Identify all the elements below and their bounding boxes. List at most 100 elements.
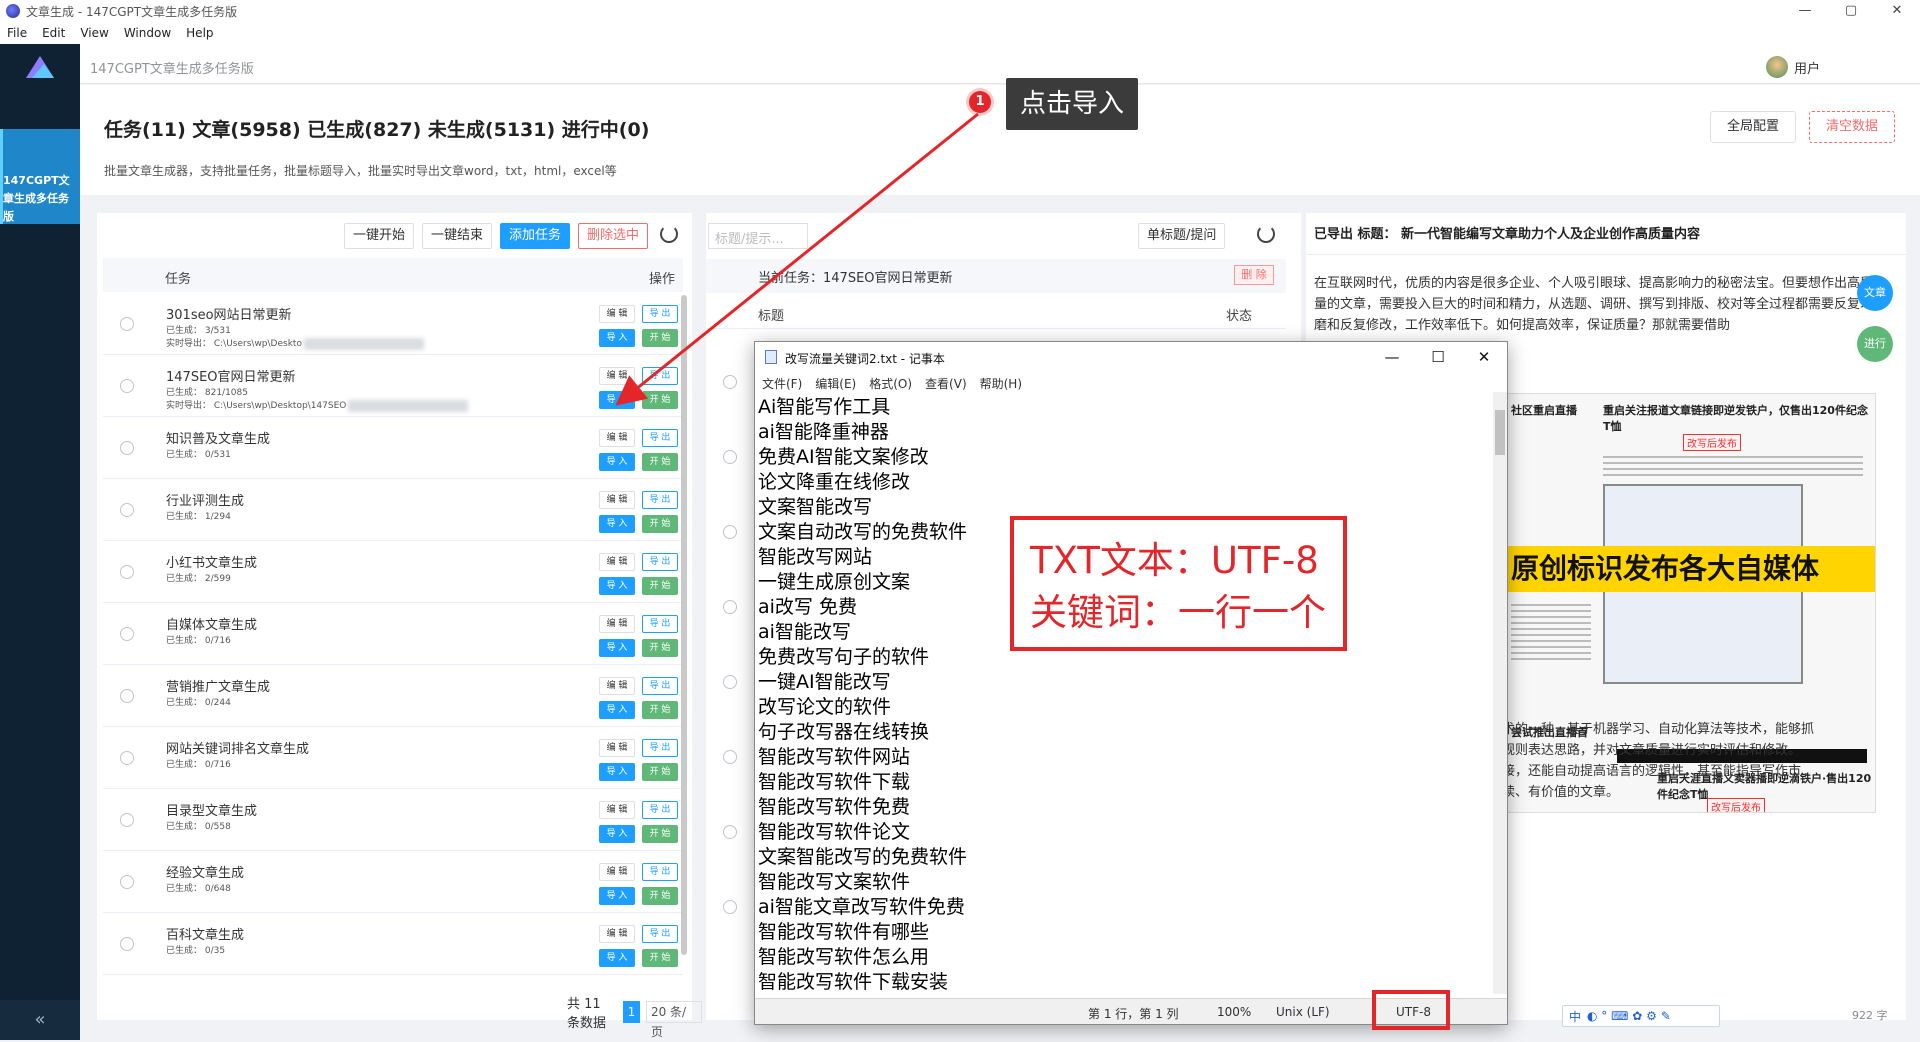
edit-button[interactable]: 编 辑 xyxy=(599,305,635,323)
edit-button[interactable]: 编 辑 xyxy=(599,863,635,881)
task-row[interactable]: 行业评测生成 已生成： 1/294 编 辑 导 出 导 入 开 始 xyxy=(103,479,683,541)
import-button[interactable]: 导 入 xyxy=(599,515,635,533)
close-button[interactable]: ✕ xyxy=(1874,0,1920,22)
task-row[interactable]: 301seo网站日常更新 已生成： 3/531 实时导出： C:\Users\w… xyxy=(103,293,683,355)
page-size-select[interactable]: 20 条/页 xyxy=(645,1001,702,1039)
collapse-sidebar-button[interactable]: « xyxy=(0,1000,80,1040)
global-config-button[interactable]: 全局配置 xyxy=(1710,111,1796,143)
task-radio[interactable] xyxy=(120,751,134,765)
row-radio[interactable] xyxy=(723,450,737,464)
task-row[interactable]: 经验文章生成 已生成： 0/648 编 辑 导 出 导 入 开 始 xyxy=(103,851,683,913)
export-button[interactable]: 导 出 xyxy=(642,677,678,695)
add-task-button[interactable]: 添加任务 xyxy=(499,223,570,249)
edit-button[interactable]: 编 辑 xyxy=(599,429,635,447)
stop-all-button[interactable]: 一键结束 xyxy=(421,223,492,249)
delete-button[interactable]: 删 除 xyxy=(1234,265,1274,285)
export-button[interactable]: 导 出 xyxy=(642,739,678,757)
import-button[interactable]: 导 入 xyxy=(599,949,635,967)
menu-file[interactable]: File xyxy=(0,26,35,40)
export-button[interactable]: 导 出 xyxy=(642,367,678,385)
import-button[interactable]: 导 入 xyxy=(599,887,635,905)
notepad-minimize-button[interactable]: — xyxy=(1369,342,1415,372)
edit-button[interactable]: 编 辑 xyxy=(599,553,635,571)
task-row[interactable]: 知识普及文章生成 已生成： 0/531 编 辑 导 出 导 入 开 始 xyxy=(103,417,683,479)
task-radio[interactable] xyxy=(120,317,134,331)
task-radio[interactable] xyxy=(120,689,134,703)
maximize-button[interactable]: ▢ xyxy=(1828,0,1874,22)
import-button[interactable]: 导 入 xyxy=(599,577,635,595)
start-button[interactable]: 开 始 xyxy=(642,515,678,533)
edit-button[interactable]: 编 辑 xyxy=(599,367,635,385)
export-button[interactable]: 导 出 xyxy=(642,615,678,633)
start-button[interactable]: 开 始 xyxy=(642,329,678,347)
task-row[interactable]: 自媒体文章生成 已生成： 0/716 编 辑 导 出 导 入 开 始 xyxy=(103,603,683,665)
start-button[interactable]: 开 始 xyxy=(642,763,678,781)
edit-button[interactable]: 编 辑 xyxy=(599,925,635,943)
task-radio[interactable] xyxy=(120,379,134,393)
start-button[interactable]: 开 始 xyxy=(642,453,678,471)
edit-button[interactable]: 编 辑 xyxy=(599,677,635,695)
row-radio[interactable] xyxy=(723,675,737,689)
start-button[interactable]: 开 始 xyxy=(642,887,678,905)
delete-selected-button[interactable]: 删除选中 xyxy=(577,223,648,249)
float-progress-button[interactable]: 进行 xyxy=(1857,326,1893,362)
start-all-button[interactable]: 一键开始 xyxy=(343,223,414,249)
task-row[interactable]: 147SEO官网日常更新 已生成： 821/1085 实时导出： C:\User… xyxy=(103,355,683,417)
start-button[interactable]: 开 始 xyxy=(642,577,678,595)
single-title-button[interactable]: 单标题/提问 xyxy=(1138,223,1226,249)
import-button[interactable]: 导 入 xyxy=(599,639,635,657)
task-row[interactable]: 营销推广文章生成 已生成： 0/244 编 辑 导 出 导 入 开 始 xyxy=(103,665,683,727)
import-button[interactable]: 导 入 xyxy=(599,329,635,347)
notepad-menu-help[interactable]: 帮助(H) xyxy=(973,372,1028,392)
refresh-icon[interactable] xyxy=(1257,225,1275,243)
import-button[interactable]: 导 入 xyxy=(599,825,635,843)
import-button[interactable]: 导 入 xyxy=(599,453,635,471)
task-radio[interactable] xyxy=(120,813,134,827)
pager-page-1[interactable]: 1 xyxy=(623,1001,640,1023)
ime-mode[interactable]: 中 xyxy=(1569,1008,1581,1025)
sidebar-item-article-gen[interactable]: 147CGPT文章生成多任务版 xyxy=(0,129,80,224)
start-button[interactable]: 开 始 xyxy=(642,949,678,967)
export-button[interactable]: 导 出 xyxy=(642,553,678,571)
refresh-icon[interactable] xyxy=(660,225,678,243)
notepad-menu-edit[interactable]: 编辑(E) xyxy=(808,372,862,392)
menu-window[interactable]: Window xyxy=(117,26,179,40)
row-radio[interactable] xyxy=(723,825,737,839)
user-menu[interactable]: 用户 xyxy=(1765,56,1820,78)
task-scrollbar[interactable] xyxy=(681,295,687,955)
import-button[interactable]: 导 入 xyxy=(599,701,635,719)
task-radio[interactable] xyxy=(120,875,134,889)
task-radio[interactable] xyxy=(120,441,134,455)
export-button[interactable]: 导 出 xyxy=(642,925,678,943)
task-row[interactable]: 小红书文章生成 已生成： 2/599 编 辑 导 出 导 入 开 始 xyxy=(103,541,683,603)
row-radio[interactable] xyxy=(723,750,737,764)
start-button[interactable]: 开 始 xyxy=(642,825,678,843)
menu-view[interactable]: View xyxy=(73,26,116,40)
clear-data-button[interactable]: 清空数据 xyxy=(1809,111,1895,143)
start-button[interactable]: 开 始 xyxy=(642,391,678,409)
import-button[interactable]: 导 入 xyxy=(599,391,635,409)
row-radio[interactable] xyxy=(723,375,737,389)
float-article-button[interactable]: 文章 xyxy=(1857,275,1893,311)
notepad-menu-format[interactable]: 格式(O) xyxy=(862,372,918,392)
task-radio[interactable] xyxy=(120,503,134,517)
task-row[interactable]: 目录型文章生成 已生成： 0/558 编 辑 导 出 导 入 开 始 xyxy=(103,789,683,851)
scroll-thumb[interactable] xyxy=(1495,410,1505,455)
export-button[interactable]: 导 出 xyxy=(642,305,678,323)
notepad-menu-file[interactable]: 文件(F) xyxy=(755,372,808,392)
task-radio[interactable] xyxy=(120,565,134,579)
task-row[interactable]: 百科文章生成 已生成： 0/35 编 辑 导 出 导 入 开 始 xyxy=(103,913,683,975)
start-button[interactable]: 开 始 xyxy=(642,639,678,657)
notepad-text-area[interactable]: Ai智能写作工具 ai智能降重神器 免费AI智能文案修改 论文降重在线修改 文案智能改写… xyxy=(758,395,1483,995)
menu-edit[interactable]: Edit xyxy=(35,26,73,40)
edit-button[interactable]: 编 辑 xyxy=(599,491,635,509)
export-button[interactable]: 导 出 xyxy=(642,863,678,881)
menu-help[interactable]: Help xyxy=(179,26,221,40)
export-button[interactable]: 导 出 xyxy=(642,429,678,447)
row-radio[interactable] xyxy=(723,900,737,914)
keyword-input[interactable]: 标题/提示... xyxy=(708,223,808,249)
notepad-maximize-button[interactable]: ☐ xyxy=(1415,342,1461,372)
task-radio[interactable] xyxy=(120,627,134,641)
minimize-button[interactable]: — xyxy=(1782,0,1828,22)
row-radio[interactable] xyxy=(723,525,737,539)
